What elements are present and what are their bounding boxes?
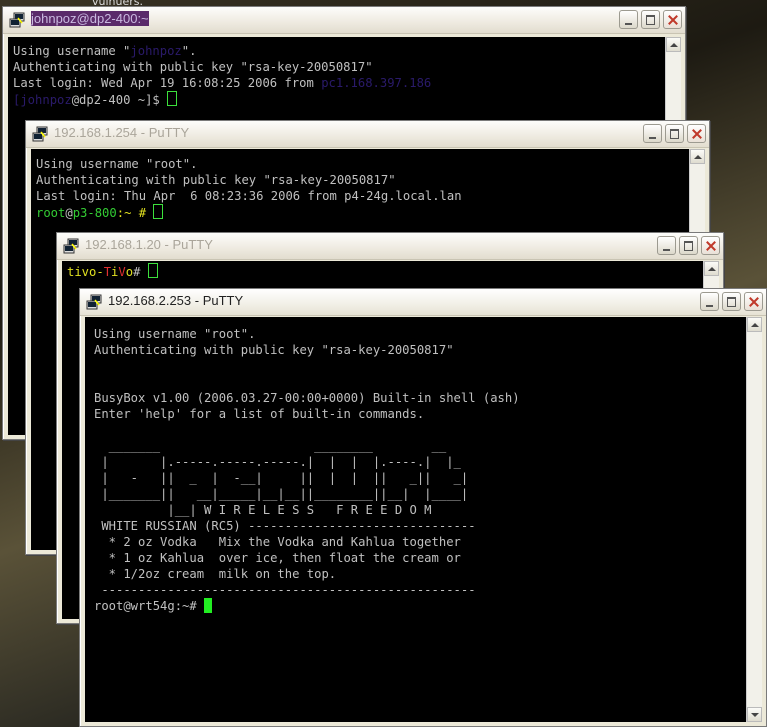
minimize-button[interactable] — [619, 10, 638, 29]
terminal-line: Authenticating with public key "rsa-key-… — [94, 343, 454, 357]
scroll-up-arrow-icon[interactable] — [690, 149, 705, 164]
maximize-icon — [680, 237, 697, 254]
terminal-line: * 1/2oz cream milk on the top. — [94, 567, 337, 581]
close-icon — [745, 293, 762, 310]
terminal-line: ----------------------------------------… — [94, 583, 476, 597]
maximize-button[interactable] — [665, 124, 684, 143]
minimize-button[interactable] — [657, 236, 676, 255]
ascii-banner-line: | |.-----.-----.-----.| | | |.----.| |_ — [94, 455, 461, 469]
title-bar[interactable]: 192.168.2.253 - PuTTY — [80, 289, 766, 316]
ascii-banner-line: _______ ________ __ — [94, 439, 447, 453]
putty-icon — [86, 294, 102, 310]
minimize-button[interactable] — [643, 124, 662, 143]
terminal-line: * 1 oz Kahlua over ice, then float the c… — [94, 551, 461, 565]
terminal-line: Last login: Thu Apr 6 08:23:36 2006 from… — [36, 189, 462, 203]
terminal-line: * 2 oz Vodka Mix the Vodka and Kahlua to… — [94, 535, 461, 549]
terminal-line: WHITE RUSSIAN (RC5) --------------------… — [94, 519, 476, 533]
terminal-cursor — [167, 91, 178, 106]
terminal-line: Authenticating with public key "rsa-key-… — [13, 60, 373, 74]
terminal-cursor — [153, 204, 164, 219]
maximize-icon — [666, 125, 683, 142]
close-button[interactable] — [663, 10, 682, 29]
putty-icon — [9, 12, 25, 28]
maximize-button[interactable] — [679, 236, 698, 255]
window-title: 192.168.2.253 - PuTTY — [108, 293, 244, 308]
minimize-icon — [701, 293, 718, 310]
terminal-prompt: tivo-TiVo# — [67, 263, 704, 279]
putty-icon — [32, 126, 48, 142]
minimize-icon — [658, 237, 675, 254]
terminal-line: BusyBox v1.00 (2006.03.27-00:00+0000) Bu… — [94, 391, 520, 405]
scroll-up-arrow-icon[interactable] — [747, 317, 762, 332]
close-button[interactable] — [744, 292, 763, 311]
terminal-line: Using username "root". — [94, 327, 256, 341]
title-bar[interactable]: 192.168.1.254 - PuTTY — [26, 121, 709, 148]
maximize-icon — [642, 11, 659, 28]
title-bar[interactable]: 192.168.1.20 - PuTTY — [57, 233, 723, 260]
terminal-prompt: root@wrt54g:~# — [94, 598, 747, 614]
vertical-scrollbar[interactable] — [746, 317, 762, 722]
putty-icon — [63, 238, 79, 254]
window-title: 192.168.1.254 - PuTTY — [54, 125, 190, 140]
close-icon — [688, 125, 705, 142]
scroll-up-arrow-icon[interactable] — [704, 261, 719, 276]
window-title: 192.168.1.20 - PuTTY — [85, 237, 213, 252]
close-icon — [702, 237, 719, 254]
terminal-line: Authenticating with public key "rsa-key-… — [36, 173, 396, 187]
terminal-line: Using username "root". — [36, 157, 198, 171]
terminal-prompt: [johnpoz@dp2-400 ~]$ — [13, 91, 666, 107]
minimize-button[interactable] — [700, 292, 719, 311]
terminal-cursor — [147, 263, 158, 278]
close-icon — [664, 11, 681, 28]
minimize-icon — [644, 125, 661, 142]
terminal-output[interactable]: Using username "root". Authenticating wit… — [85, 317, 747, 722]
maximize-icon — [723, 293, 740, 310]
ascii-banner-line: |_______|| __|_____|__|__||________||__|… — [94, 487, 469, 501]
terminal-line: Using username "johnpoz". — [13, 44, 197, 58]
title-bar[interactable]: johnpoz@dp2-400:~ — [3, 7, 685, 34]
maximize-button[interactable] — [641, 10, 660, 29]
scroll-down-arrow-icon[interactable] — [747, 707, 762, 722]
maximize-button[interactable] — [722, 292, 741, 311]
terminal-line: Enter 'help' for a list of built-in comm… — [94, 407, 425, 421]
close-button[interactable] — [687, 124, 706, 143]
terminal-prompt: root@p3-800:~ # — [36, 204, 690, 220]
close-button[interactable] — [701, 236, 720, 255]
ascii-banner-line: |__| W I R E L E S S F R E E D O M — [94, 503, 432, 517]
ascii-banner-line: | - || _ | -__| || | | || _|| _| — [94, 471, 469, 485]
window-title: johnpoz@dp2-400:~ — [31, 11, 149, 26]
minimize-icon — [620, 11, 637, 28]
scroll-up-arrow-icon[interactable] — [666, 37, 681, 52]
terminal-cursor — [204, 598, 213, 613]
terminal-window-192-168-2-253[interactable]: 192.168.2.253 - PuTTY Using username "ro… — [79, 288, 767, 727]
terminal-line: Last login: Wed Apr 19 16:08:25 2006 fro… — [13, 76, 432, 90]
